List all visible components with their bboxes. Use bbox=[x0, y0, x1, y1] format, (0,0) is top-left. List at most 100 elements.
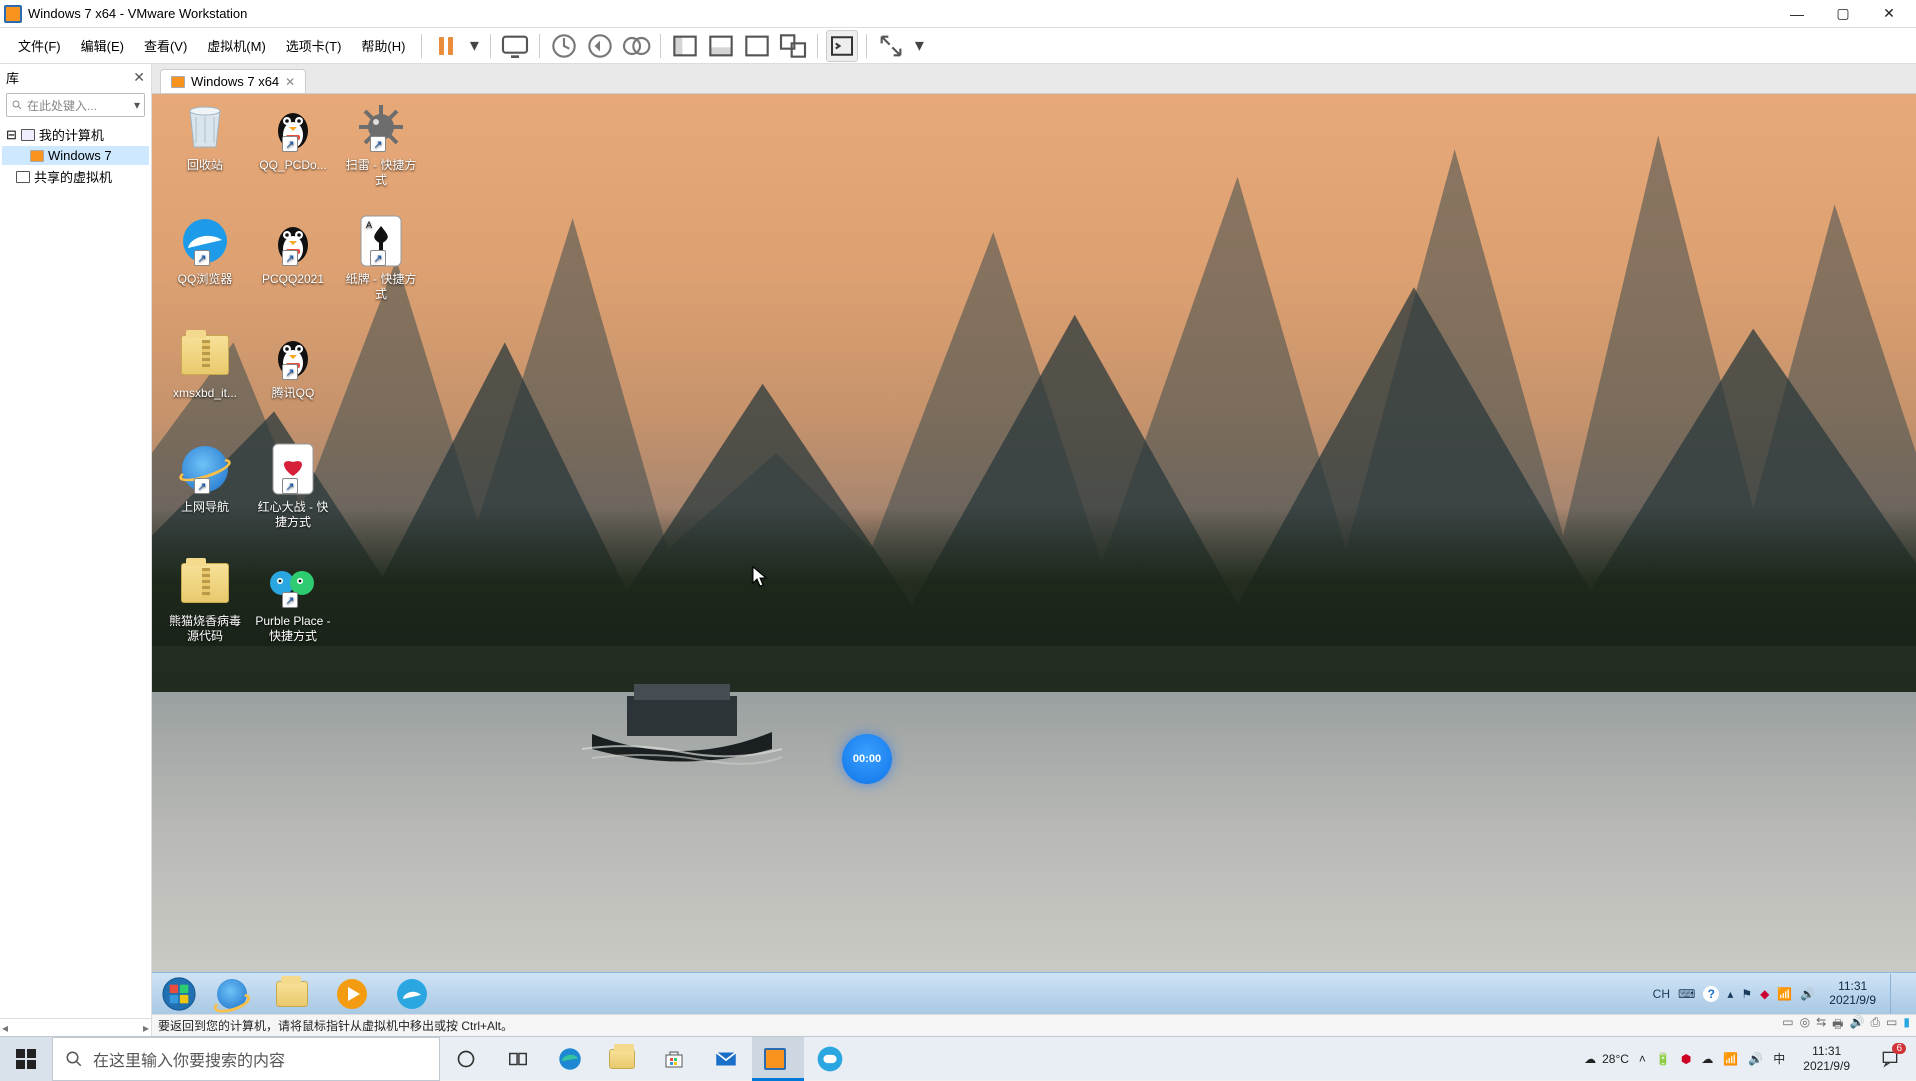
guest-viewport[interactable]: 回收站↗QQ_PCDo...↗扫雷 - 快捷方式 ↗QQ浏览器↗PCQQ2021A… bbox=[152, 94, 1916, 1014]
desktop-icon-qq-pcdo[interactable]: ↗QQ_PCDo... bbox=[250, 100, 336, 173]
computer-icon bbox=[21, 129, 35, 141]
tree-root-label: 我的计算机 bbox=[39, 125, 104, 144]
host-games-button[interactable] bbox=[804, 1037, 856, 1081]
host-notifications-button[interactable]: 6 bbox=[1868, 1037, 1912, 1081]
tray-network-icon[interactable]: 📶 bbox=[1777, 987, 1792, 1001]
menu-file[interactable]: 文件(F) bbox=[8, 28, 71, 64]
device-network-icon[interactable]: ⇆ bbox=[1816, 1015, 1826, 1036]
vm-tab-close-button[interactable]: ✕ bbox=[285, 75, 295, 89]
host-mail-button[interactable] bbox=[700, 1037, 752, 1081]
device-display-icon[interactable]: ▭ bbox=[1886, 1015, 1897, 1036]
tray-keyboard-icon[interactable]: ⌨ bbox=[1678, 987, 1695, 1001]
view-unity-button[interactable] bbox=[777, 30, 809, 62]
host-onedrive-icon[interactable]: ☁ bbox=[1701, 1052, 1713, 1066]
stretch-dropdown[interactable]: ▾ bbox=[911, 30, 927, 62]
taskbar-explorer-button[interactable] bbox=[264, 976, 320, 1012]
sidebar-search-input[interactable]: 在此处键入... ▾ bbox=[6, 93, 145, 117]
device-hdd-icon[interactable]: ▭ bbox=[1782, 1015, 1793, 1036]
host-volume-icon[interactable]: 🔊 bbox=[1748, 1052, 1763, 1066]
taskbar-media-player-button[interactable] bbox=[324, 976, 380, 1012]
desktop-icon-panda-src[interactable]: 熊猫烧香病毒源代码 bbox=[162, 556, 248, 644]
sidebar-header: 库 ✕ bbox=[0, 64, 151, 91]
tree-my-computer[interactable]: ⊟ 我的计算机 bbox=[2, 123, 149, 146]
send-ctrl-alt-del-button[interactable] bbox=[499, 30, 531, 62]
vmware-logo-icon bbox=[4, 5, 22, 23]
win7-start-button[interactable] bbox=[158, 973, 200, 1015]
qq-pcdo-label: QQ_PCDo... bbox=[250, 158, 336, 173]
device-printer-icon[interactable]: 🖶 bbox=[1832, 1015, 1843, 1036]
host-search-input[interactable]: 在这里输入你要搜索的内容 bbox=[52, 1037, 440, 1081]
host-wifi-icon[interactable]: 📶 bbox=[1723, 1052, 1738, 1066]
sidebar-horizontal-scrollbar[interactable]: ◂▸ bbox=[0, 1018, 151, 1036]
view-fullscreen-button[interactable] bbox=[741, 30, 773, 62]
pcqq2021-label: PCQQ2021 bbox=[250, 272, 336, 287]
taskbar-qqbrowser-button[interactable] bbox=[384, 976, 440, 1012]
host-tray-chevron-up-icon[interactable]: ˄ bbox=[1639, 1052, 1646, 1066]
host-ime-indicator[interactable]: 中 bbox=[1773, 1050, 1785, 1067]
desktop-icon-xmsxbd[interactable]: xmsxbd_it... bbox=[162, 328, 248, 401]
host-search-placeholder: 在这里输入你要搜索的内容 bbox=[93, 1047, 285, 1071]
tree-toggle-icon: ⊟ bbox=[6, 127, 17, 143]
menu-tabs[interactable]: 选项卡(T) bbox=[276, 28, 352, 64]
stretch-guest-button[interactable] bbox=[875, 30, 907, 62]
console-view-button[interactable] bbox=[826, 30, 858, 62]
desktop-icon-minesweeper[interactable]: ↗扫雷 - 快捷方式 bbox=[338, 100, 424, 188]
guest-show-desktop-button[interactable] bbox=[1890, 974, 1904, 1014]
guest-clock[interactable]: 11:31 2021/9/9 bbox=[1823, 980, 1882, 1008]
tray-flag-icon[interactable]: ⚑ bbox=[1741, 987, 1752, 1001]
window-maximize-button[interactable]: ▢ bbox=[1820, 0, 1866, 28]
menu-view[interactable]: 查看(V) bbox=[134, 28, 197, 64]
host-tray-app-icon[interactable]: ⬢ bbox=[1681, 1052, 1691, 1066]
desktop-icon-ie-nav[interactable]: ↗上网导航 bbox=[162, 442, 248, 515]
tree-shared-vms[interactable]: 共享的虚拟机 bbox=[2, 165, 149, 188]
vmware-library-sidebar: 库 ✕ 在此处键入... ▾ ⊟ 我的计算机 Windows 7 bbox=[0, 64, 152, 1036]
desktop-icon-recycle-bin[interactable]: 回收站 bbox=[162, 100, 248, 173]
desktop-icon-purble[interactable]: ↗Purble Place - 快捷方式 bbox=[250, 556, 336, 644]
view-single-button[interactable] bbox=[669, 30, 701, 62]
window-minimize-button[interactable]: — bbox=[1774, 0, 1820, 28]
recording-timer-widget[interactable]: 00:00 bbox=[842, 734, 892, 784]
vm-tab-windows7[interactable]: Windows 7 x64 ✕ bbox=[160, 69, 306, 93]
view-console-button[interactable] bbox=[705, 30, 737, 62]
tray-lang-indicator[interactable]: CH bbox=[1653, 987, 1670, 1001]
host-store-button[interactable] bbox=[648, 1037, 700, 1081]
tray-security-icon[interactable]: ◆ bbox=[1760, 987, 1769, 1001]
vmware-messages-icon[interactable]: ▮ bbox=[1903, 1015, 1910, 1036]
menu-vm[interactable]: 虚拟机(M) bbox=[197, 28, 276, 64]
menu-help[interactable]: 帮助(H) bbox=[351, 28, 415, 64]
device-usb-icon[interactable]: ⎙ bbox=[1870, 1015, 1880, 1036]
desktop-icon-qq-browser[interactable]: ↗QQ浏览器 bbox=[162, 214, 248, 287]
snapshot-manager-button[interactable] bbox=[620, 30, 652, 62]
desktop-icon-hearts[interactable]: ↗红心大战 - 快捷方式 bbox=[250, 442, 336, 530]
host-vmware-button[interactable] bbox=[752, 1037, 804, 1081]
guest-desktop[interactable]: 回收站↗QQ_PCDo...↗扫雷 - 快捷方式 ↗QQ浏览器↗PCQQ2021A… bbox=[152, 94, 1916, 1014]
desktop-icon-tencent-qq[interactable]: ↗腾讯QQ bbox=[250, 328, 336, 401]
device-cd-icon[interactable]: ◎ bbox=[1800, 1015, 1810, 1036]
host-cortana-button[interactable] bbox=[440, 1037, 492, 1081]
window-close-button[interactable]: ✕ bbox=[1866, 0, 1912, 28]
snapshot-take-button[interactable] bbox=[548, 30, 580, 62]
hearts-label: 红心大战 - 快捷方式 bbox=[250, 500, 336, 530]
desktop-icon-pcqq2021[interactable]: ↗PCQQ2021 bbox=[250, 214, 336, 287]
host-edge-button[interactable] bbox=[544, 1037, 596, 1081]
desktop-icon-solitaire[interactable]: A↗纸牌 - 快捷方式 bbox=[338, 214, 424, 302]
device-sound-icon[interactable]: 🔊 bbox=[1849, 1015, 1864, 1036]
host-taskview-button[interactable] bbox=[492, 1037, 544, 1081]
host-explorer-button[interactable] bbox=[596, 1037, 648, 1081]
tray-chevron-up-icon[interactable]: ▴ bbox=[1727, 987, 1733, 1001]
host-start-button[interactable] bbox=[0, 1037, 52, 1081]
host-clock[interactable]: 11:31 2021/9/9 bbox=[1795, 1044, 1858, 1073]
menu-edit[interactable]: 编辑(E) bbox=[71, 28, 134, 64]
sidebar-close-button[interactable]: ✕ bbox=[133, 69, 145, 86]
tree-vm-windows7[interactable]: Windows 7 bbox=[2, 146, 149, 165]
sidebar-title: 库 bbox=[6, 68, 19, 87]
vm-power-button[interactable] bbox=[430, 30, 462, 62]
host-weather-widget[interactable]: ☁28°C bbox=[1584, 1052, 1629, 1066]
taskbar-ie-button[interactable] bbox=[204, 976, 260, 1012]
tray-volume-icon[interactable]: 🔊 bbox=[1800, 987, 1815, 1001]
minesweeper-label: 扫雷 - 快捷方式 bbox=[338, 158, 424, 188]
tray-help-icon[interactable]: ? bbox=[1703, 986, 1719, 1002]
host-battery-icon[interactable]: 🔋 bbox=[1656, 1052, 1671, 1066]
vm-power-dropdown[interactable]: ▾ bbox=[466, 30, 482, 62]
snapshot-revert-button[interactable] bbox=[584, 30, 616, 62]
